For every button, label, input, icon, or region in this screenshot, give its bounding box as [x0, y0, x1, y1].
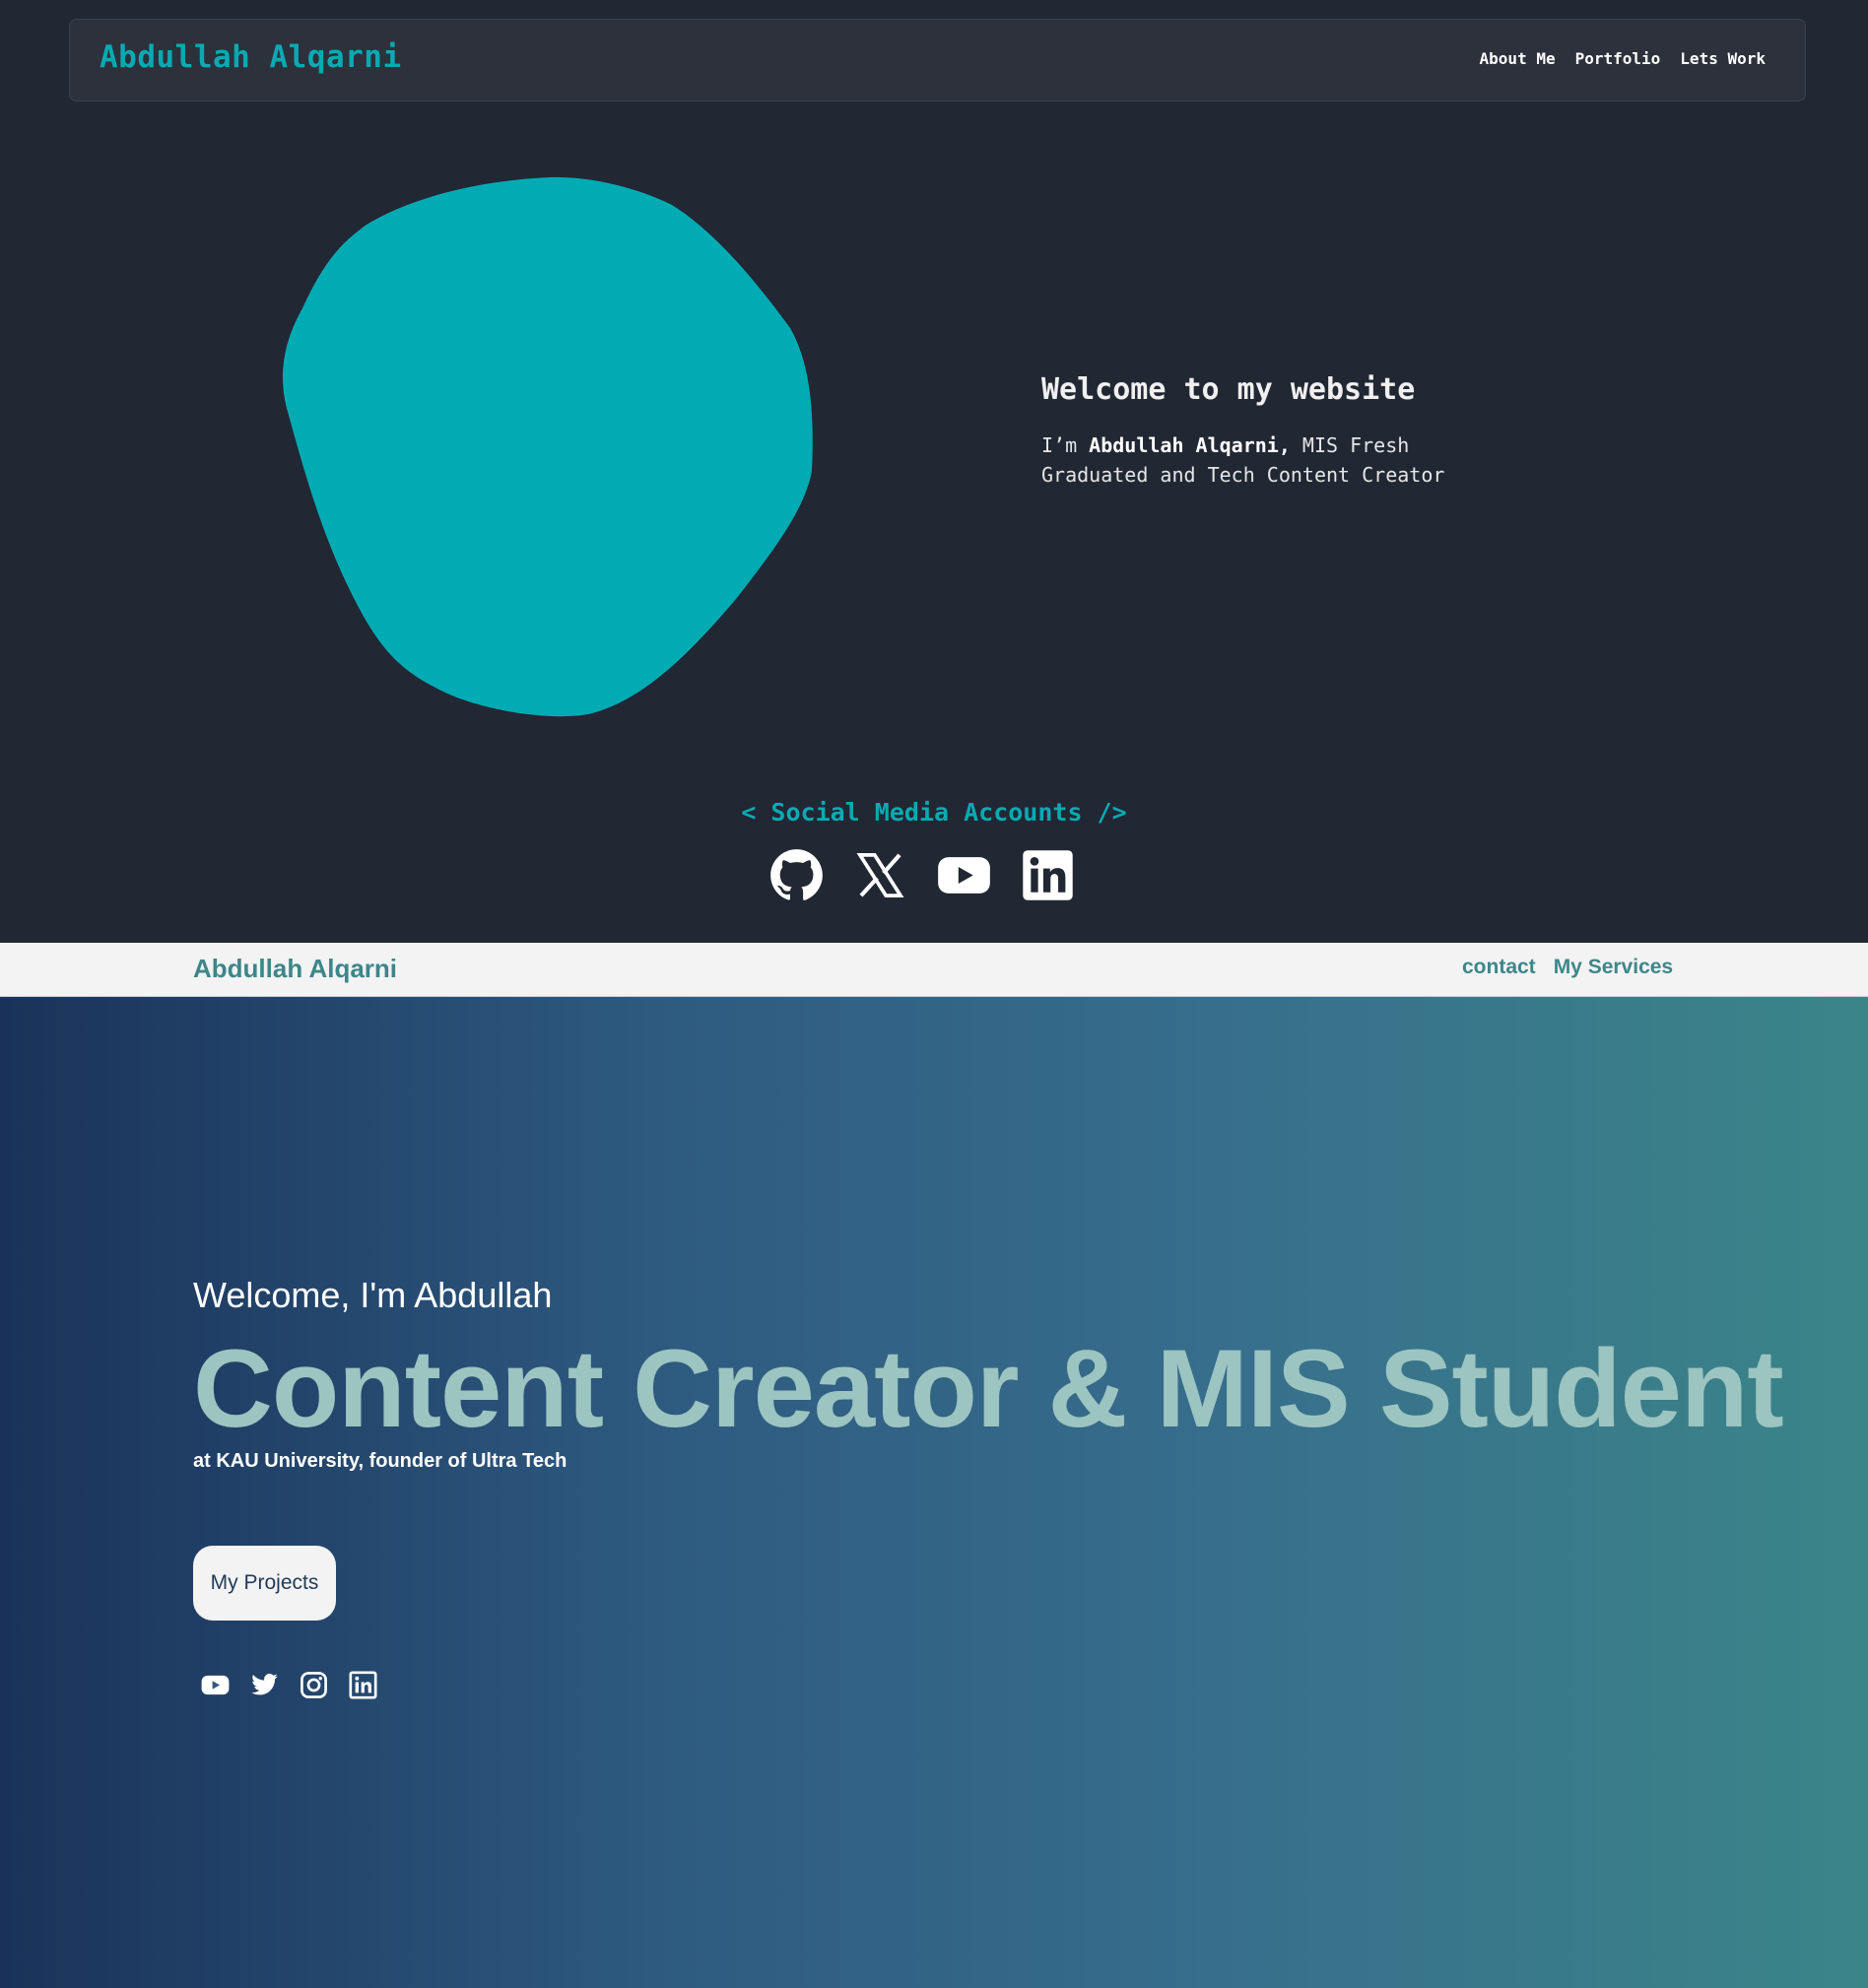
nav-links: About Me Portfolio Lets Work — [1480, 49, 1766, 68]
hero-description: I’m Abdullah Alqarni, MIS Fresh Graduate… — [1041, 431, 1455, 490]
nav-link-my-services[interactable]: My Services — [1554, 956, 1673, 979]
linkedin-icon[interactable] — [1021, 848, 1075, 902]
hero-subtitle: at KAU University, founder of Ultra Tech — [193, 1450, 567, 1472]
secondary-navbar: Abdullah Alqarni contact My Services — [0, 943, 1868, 997]
hero-blob-shape — [283, 176, 813, 717]
secondary-nav-links: contact My Services — [1462, 956, 1673, 979]
brand-logo[interactable]: Abdullah Alqarni — [100, 39, 402, 75]
hero-headline: Content Creator & MIS Student — [193, 1327, 1784, 1450]
instagram-icon[interactable] — [300, 1671, 328, 1699]
nav-link-portfolio[interactable]: Portfolio — [1575, 49, 1661, 68]
my-projects-button[interactable]: My Projects — [193, 1546, 336, 1621]
hero-title: Welcome to my website — [1041, 372, 1416, 407]
hero-social-icons — [201, 1671, 377, 1699]
intro-prefix: I’m — [1041, 433, 1090, 457]
social-icons-row — [769, 848, 1075, 902]
hero-intro: Welcome to my website I’m Abdullah Alqar… — [1041, 372, 1455, 490]
youtube-icon[interactable] — [201, 1671, 230, 1699]
nav-link-about-me[interactable]: About Me — [1480, 49, 1556, 68]
brand-logo-secondary[interactable]: Abdullah Alqarni — [193, 954, 397, 984]
hero-section-gradient: Welcome, I'm Abdullah Content Creator & … — [0, 997, 1868, 1988]
twitter-icon[interactable] — [250, 1671, 279, 1699]
hero-greeting: Welcome, I'm Abdullah — [193, 1275, 553, 1315]
youtube-icon[interactable] — [937, 848, 991, 902]
top-navbar: Abdullah Alqarni About Me Portfolio Lets… — [69, 19, 1806, 101]
nav-link-contact[interactable]: contact — [1462, 956, 1536, 979]
intro-name: Abdullah Alqarni, — [1089, 433, 1291, 457]
linkedin-icon[interactable] — [349, 1671, 377, 1699]
github-icon[interactable] — [769, 848, 824, 902]
portfolio-section-dark: Abdullah Alqarni About Me Portfolio Lets… — [0, 0, 1868, 943]
social-media-heading: < Social Media Accounts /> — [741, 798, 1127, 827]
x-icon[interactable] — [853, 848, 907, 902]
nav-link-lets-work[interactable]: Lets Work — [1680, 49, 1766, 68]
